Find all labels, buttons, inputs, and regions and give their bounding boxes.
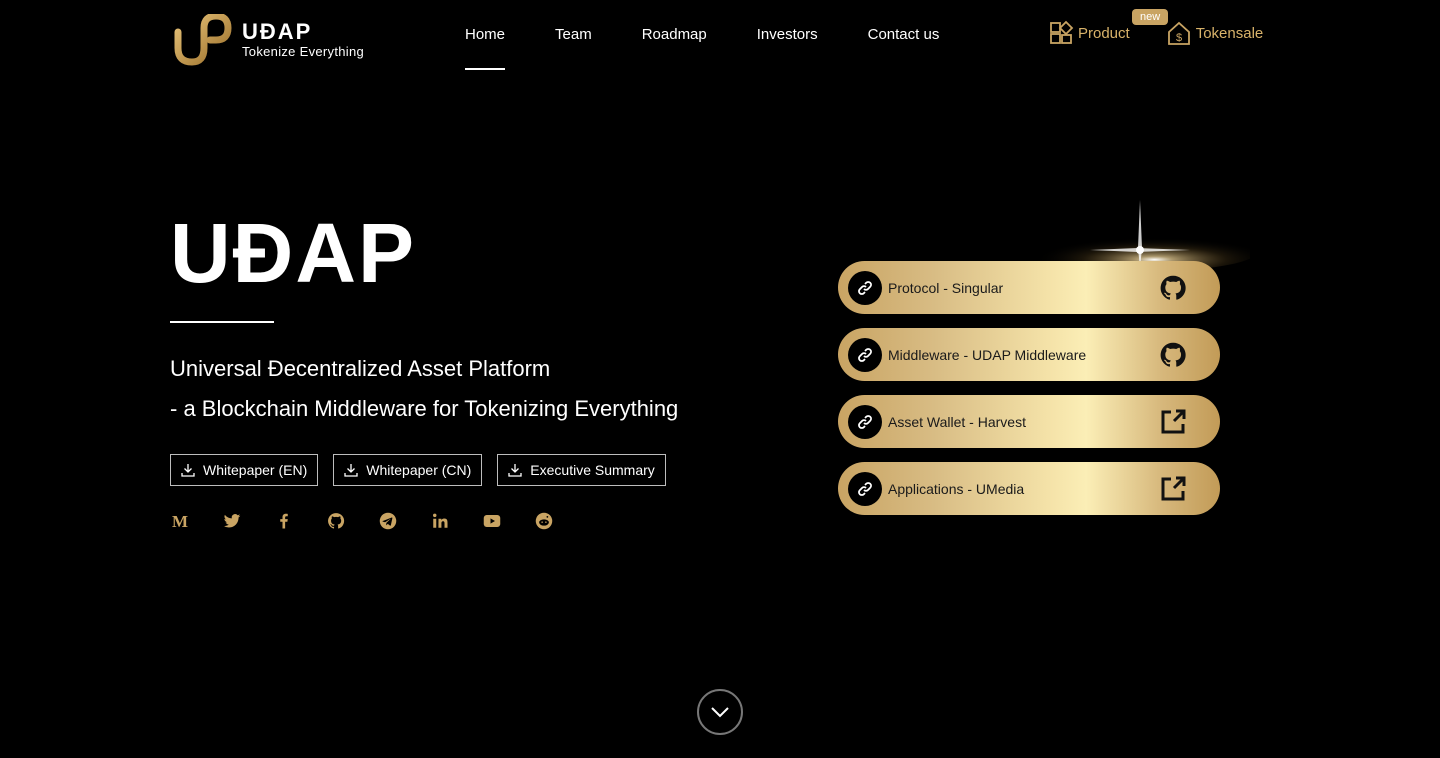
dollar-house-icon: $ xyxy=(1167,21,1190,45)
brand-tagline: Tokenize Everything xyxy=(242,44,365,59)
product-link[interactable]: Product new xyxy=(1048,9,1169,46)
scroll-down-button[interactable] xyxy=(697,689,743,735)
main-nav: Home Team Roadmap Investors Contact us xyxy=(465,0,989,70)
nav-team[interactable]: Team xyxy=(555,0,592,70)
nav-contact-us[interactable]: Contact us xyxy=(868,0,940,70)
external-link-icon[interactable] xyxy=(1158,474,1188,504)
svg-text:M: M xyxy=(172,512,188,530)
link-icon xyxy=(848,404,882,439)
reddit-icon[interactable] xyxy=(534,510,554,532)
product-cube-icon xyxy=(1050,20,1074,44)
resource-link-applications[interactable]: Applications - UMedia xyxy=(838,462,1220,515)
download-icon xyxy=(181,464,195,477)
resource-link-protocol[interactable]: Protocol - Singular xyxy=(838,261,1220,314)
download-icon xyxy=(344,464,358,477)
github-icon[interactable] xyxy=(326,510,346,532)
social-links: M xyxy=(170,510,586,532)
resource-link-label: Middleware - UDAP Middleware xyxy=(888,346,1087,363)
resource-link-label: Applications - UMedia xyxy=(888,480,1025,497)
resource-link-label: Asset Wallet - Harvest xyxy=(888,413,1026,430)
hero-subtitle-line2: - a Blockchain Middleware for Tokenizing… xyxy=(170,396,679,421)
nav-home[interactable]: Home xyxy=(465,0,506,70)
hero-title: UĐAP xyxy=(170,206,417,300)
download-icon xyxy=(508,464,522,477)
executive-summary-label: Executive Summary xyxy=(530,462,655,478)
hero-subtitle-line1: Universal Đecentralized Asset Platform xyxy=(170,356,551,381)
resource-link-middleware[interactable]: Middleware - UDAP Middleware xyxy=(838,328,1220,381)
resource-link-label: Protocol - Singular xyxy=(888,279,1004,296)
github-icon[interactable] xyxy=(1158,340,1188,370)
twitter-icon[interactable] xyxy=(222,510,242,532)
medium-icon[interactable]: M xyxy=(170,510,190,532)
brand-logo[interactable]: UĐAP Tokenize Everything xyxy=(172,14,364,66)
whitepaper-cn-button[interactable]: Whitepaper (CN) xyxy=(333,454,483,486)
top-right-links: Product new $ Tokensale xyxy=(1048,9,1264,46)
link-icon xyxy=(848,337,882,372)
udap-logo-icon xyxy=(174,14,232,66)
youtube-icon[interactable] xyxy=(482,510,502,532)
link-icon xyxy=(848,471,882,506)
external-link-icon[interactable] xyxy=(1158,407,1188,437)
sparkle-decoration xyxy=(1020,200,1250,270)
brand-name: UĐAP xyxy=(242,19,313,44)
whitepaper-en-label: Whitepaper (EN) xyxy=(203,462,308,478)
resource-links: Protocol - Singular Middleware - UDAP Mi… xyxy=(838,261,1220,529)
tokensale-label: Tokensale xyxy=(1195,24,1264,42)
link-icon xyxy=(848,270,882,305)
hero-divider xyxy=(170,321,274,323)
product-label: Product xyxy=(1078,24,1130,42)
facebook-icon[interactable] xyxy=(274,510,294,532)
executive-summary-button[interactable]: Executive Summary xyxy=(497,454,666,486)
nav-roadmap[interactable]: Roadmap xyxy=(642,0,707,70)
document-buttons: Whitepaper (EN) Whitepaper (CN) Executiv… xyxy=(170,454,666,486)
nav-investors[interactable]: Investors xyxy=(757,0,818,70)
whitepaper-en-button[interactable]: Whitepaper (EN) xyxy=(170,454,319,486)
chevron-down-icon xyxy=(711,707,729,718)
resource-link-asset-wallet[interactable]: Asset Wallet - Harvest xyxy=(838,395,1220,448)
telegram-icon[interactable] xyxy=(378,510,398,532)
whitepaper-cn-label: Whitepaper (CN) xyxy=(366,462,472,478)
github-icon[interactable] xyxy=(1158,273,1188,303)
svg-text:$: $ xyxy=(1176,32,1182,44)
new-badge: new xyxy=(1132,9,1169,25)
tokensale-link[interactable]: $ Tokensale xyxy=(1166,20,1264,46)
linkedin-icon[interactable] xyxy=(430,510,450,532)
